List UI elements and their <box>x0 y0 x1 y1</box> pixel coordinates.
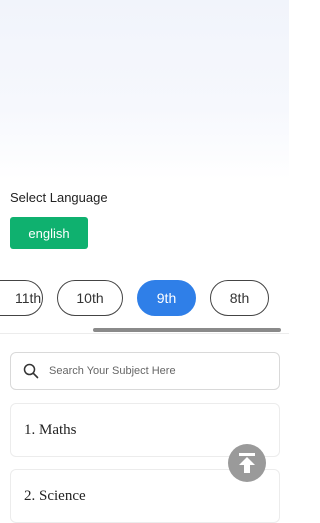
class-pill-11th[interactable]: 11th <box>0 280 43 316</box>
scroll-to-top-button[interactable] <box>228 444 266 482</box>
select-language-label: Select Language <box>10 190 108 205</box>
subject-search-box[interactable] <box>10 352 280 390</box>
arrow-up-to-top-icon <box>239 453 255 473</box>
language-button-english[interactable]: english <box>10 217 88 249</box>
class-pill-10th[interactable]: 10th <box>57 280 123 316</box>
divider <box>0 333 289 334</box>
subject-label: 1. Maths <box>24 421 77 438</box>
class-selector[interactable]: 11th 10th 9th 8th <box>0 262 289 332</box>
class-pill-label: 11th <box>15 290 42 306</box>
search-input[interactable] <box>47 364 251 378</box>
subject-label: 2. Science <box>24 487 86 504</box>
horizontal-scrollbar[interactable] <box>93 328 281 332</box>
class-pill-9th[interactable]: 9th <box>137 280 196 316</box>
class-pill-label: 10th <box>76 290 104 306</box>
class-pill-label: 9th <box>156 290 177 306</box>
class-pill-8th[interactable]: 8th <box>210 280 269 316</box>
search-icon <box>23 363 39 379</box>
header-banner <box>0 0 289 180</box>
class-pill-label: 8th <box>229 290 250 306</box>
